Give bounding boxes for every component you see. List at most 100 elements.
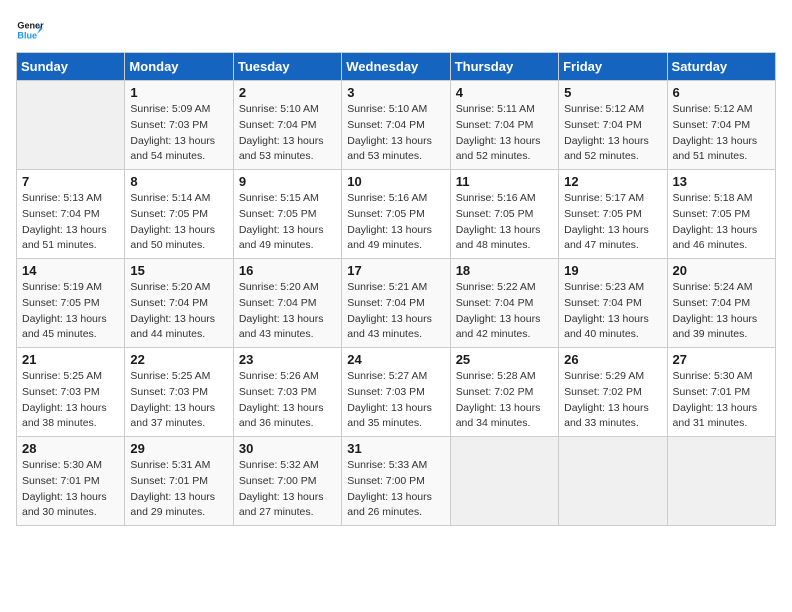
page-header: General Blue bbox=[16, 16, 776, 44]
day-info: Sunrise: 5:09 AM Sunset: 7:03 PM Dayligh… bbox=[130, 102, 227, 165]
calendar-cell: 11 Sunrise: 5:16 AM Sunset: 7:05 PM Dayli… bbox=[450, 170, 558, 259]
calendar-cell: 17Sunrise: 5:21 AM Sunset: 7:04 PM Dayli… bbox=[342, 259, 450, 348]
calendar-cell: 7 Sunrise: 5:13 AM Sunset: 7:04 PM Daylig… bbox=[17, 170, 125, 259]
day-number: 19 bbox=[564, 263, 661, 278]
day-info: Sunrise: 5:26 AM Sunset: 7:03 PM Dayligh… bbox=[239, 369, 336, 432]
day-number: 14 bbox=[22, 263, 119, 278]
day-number: 20 bbox=[673, 263, 770, 278]
header-cell-sunday: Sunday bbox=[17, 53, 125, 81]
calendar-cell: 29 Sunrise: 5:31 AM Sunset: 7:01 PM Dayli… bbox=[125, 437, 233, 526]
header-cell-friday: Friday bbox=[559, 53, 667, 81]
calendar-week-4: 21 Sunrise: 5:25 AM Sunset: 7:03 PM Dayli… bbox=[17, 348, 776, 437]
calendar-cell: 6Sunrise: 5:12 AM Sunset: 7:04 PM Daylig… bbox=[667, 81, 775, 170]
day-number: 7 bbox=[22, 174, 119, 189]
calendar-header: SundayMondayTuesdayWednesdayThursdayFrid… bbox=[17, 53, 776, 81]
day-info: Sunrise: 5:18 AM Sunset: 7:05 PM Dayligh… bbox=[673, 191, 770, 254]
calendar-table: SundayMondayTuesdayWednesdayThursdayFrid… bbox=[16, 52, 776, 526]
day-info: Sunrise: 5:12 AM Sunset: 7:04 PM Dayligh… bbox=[564, 102, 661, 165]
day-number: 22 bbox=[130, 352, 227, 367]
calendar-cell: 18 Sunrise: 5:22 AM Sunset: 7:04 PM Dayli… bbox=[450, 259, 558, 348]
day-number: 18 bbox=[456, 263, 553, 278]
calendar-week-3: 14 Sunrise: 5:19 AM Sunset: 7:05 PM Dayli… bbox=[17, 259, 776, 348]
calendar-cell: 2Sunrise: 5:10 AM Sunset: 7:04 PM Daylig… bbox=[233, 81, 341, 170]
calendar-week-5: 28 Sunrise: 5:30 AM Sunset: 7:01 PM Dayli… bbox=[17, 437, 776, 526]
calendar-cell: 13 Sunrise: 5:18 AM Sunset: 7:05 PM Dayli… bbox=[667, 170, 775, 259]
day-number: 5 bbox=[564, 85, 661, 100]
day-info: Sunrise: 5:32 AM Sunset: 7:00 PM Dayligh… bbox=[239, 458, 336, 521]
day-number: 29 bbox=[130, 441, 227, 456]
header-cell-tuesday: Tuesday bbox=[233, 53, 341, 81]
day-number: 27 bbox=[673, 352, 770, 367]
day-info: Sunrise: 5:19 AM Sunset: 7:05 PM Dayligh… bbox=[22, 280, 119, 343]
day-info: Sunrise: 5:16 AM Sunset: 7:05 PM Dayligh… bbox=[456, 191, 553, 254]
svg-text:Blue: Blue bbox=[17, 30, 37, 40]
day-info: Sunrise: 5:28 AM Sunset: 7:02 PM Dayligh… bbox=[456, 369, 553, 432]
calendar-cell: 19 Sunrise: 5:23 AM Sunset: 7:04 PM Dayli… bbox=[559, 259, 667, 348]
calendar-week-2: 7 Sunrise: 5:13 AM Sunset: 7:04 PM Daylig… bbox=[17, 170, 776, 259]
header-row: SundayMondayTuesdayWednesdayThursdayFrid… bbox=[17, 53, 776, 81]
day-number: 13 bbox=[673, 174, 770, 189]
day-number: 15 bbox=[130, 263, 227, 278]
day-number: 12 bbox=[564, 174, 661, 189]
calendar-cell: 27 Sunrise: 5:30 AM Sunset: 7:01 PM Dayli… bbox=[667, 348, 775, 437]
calendar-cell: 21 Sunrise: 5:25 AM Sunset: 7:03 PM Dayli… bbox=[17, 348, 125, 437]
day-info: Sunrise: 5:13 AM Sunset: 7:04 PM Dayligh… bbox=[22, 191, 119, 254]
calendar-week-1: 1 Sunrise: 5:09 AM Sunset: 7:03 PM Daylig… bbox=[17, 81, 776, 170]
calendar-cell: 26Sunrise: 5:29 AM Sunset: 7:02 PM Dayli… bbox=[559, 348, 667, 437]
day-number: 30 bbox=[239, 441, 336, 456]
day-number: 11 bbox=[456, 174, 553, 189]
calendar-cell: 10 Sunrise: 5:16 AM Sunset: 7:05 PM Dayli… bbox=[342, 170, 450, 259]
day-number: 28 bbox=[22, 441, 119, 456]
header-cell-monday: Monday bbox=[125, 53, 233, 81]
day-info: Sunrise: 5:25 AM Sunset: 7:03 PM Dayligh… bbox=[22, 369, 119, 432]
day-info: Sunrise: 5:14 AM Sunset: 7:05 PM Dayligh… bbox=[130, 191, 227, 254]
logo: General Blue bbox=[16, 16, 44, 44]
day-info: Sunrise: 5:16 AM Sunset: 7:05 PM Dayligh… bbox=[347, 191, 444, 254]
calendar-cell: 16Sunrise: 5:20 AM Sunset: 7:04 PM Dayli… bbox=[233, 259, 341, 348]
day-number: 31 bbox=[347, 441, 444, 456]
day-info: Sunrise: 5:25 AM Sunset: 7:03 PM Dayligh… bbox=[130, 369, 227, 432]
day-number: 1 bbox=[130, 85, 227, 100]
day-number: 21 bbox=[22, 352, 119, 367]
day-number: 23 bbox=[239, 352, 336, 367]
day-info: Sunrise: 5:17 AM Sunset: 7:05 PM Dayligh… bbox=[564, 191, 661, 254]
calendar-cell: 22 Sunrise: 5:25 AM Sunset: 7:03 PM Dayli… bbox=[125, 348, 233, 437]
day-number: 9 bbox=[239, 174, 336, 189]
calendar-cell: 28 Sunrise: 5:30 AM Sunset: 7:01 PM Dayli… bbox=[17, 437, 125, 526]
day-number: 6 bbox=[673, 85, 770, 100]
calendar-cell: 25 Sunrise: 5:28 AM Sunset: 7:02 PM Dayli… bbox=[450, 348, 558, 437]
calendar-cell: 24Sunrise: 5:27 AM Sunset: 7:03 PM Dayli… bbox=[342, 348, 450, 437]
calendar-body: 1 Sunrise: 5:09 AM Sunset: 7:03 PM Daylig… bbox=[17, 81, 776, 526]
day-info: Sunrise: 5:10 AM Sunset: 7:04 PM Dayligh… bbox=[347, 102, 444, 165]
day-number: 25 bbox=[456, 352, 553, 367]
header-cell-thursday: Thursday bbox=[450, 53, 558, 81]
calendar-cell: 8 Sunrise: 5:14 AM Sunset: 7:05 PM Daylig… bbox=[125, 170, 233, 259]
day-number: 10 bbox=[347, 174, 444, 189]
calendar-cell bbox=[450, 437, 558, 526]
day-info: Sunrise: 5:11 AM Sunset: 7:04 PM Dayligh… bbox=[456, 102, 553, 165]
calendar-cell: 3 Sunrise: 5:10 AM Sunset: 7:04 PM Daylig… bbox=[342, 81, 450, 170]
day-number: 26 bbox=[564, 352, 661, 367]
day-number: 3 bbox=[347, 85, 444, 100]
day-number: 4 bbox=[456, 85, 553, 100]
calendar-cell: 12 Sunrise: 5:17 AM Sunset: 7:05 PM Dayli… bbox=[559, 170, 667, 259]
day-number: 16 bbox=[239, 263, 336, 278]
calendar-cell: 9 Sunrise: 5:15 AM Sunset: 7:05 PM Daylig… bbox=[233, 170, 341, 259]
day-info: Sunrise: 5:15 AM Sunset: 7:05 PM Dayligh… bbox=[239, 191, 336, 254]
calendar-cell: 31 Sunrise: 5:33 AM Sunset: 7:00 PM Dayli… bbox=[342, 437, 450, 526]
day-info: Sunrise: 5:22 AM Sunset: 7:04 PM Dayligh… bbox=[456, 280, 553, 343]
calendar-cell: 30 Sunrise: 5:32 AM Sunset: 7:00 PM Dayli… bbox=[233, 437, 341, 526]
day-info: Sunrise: 5:33 AM Sunset: 7:00 PM Dayligh… bbox=[347, 458, 444, 521]
day-info: Sunrise: 5:31 AM Sunset: 7:01 PM Dayligh… bbox=[130, 458, 227, 521]
calendar-cell: 4 Sunrise: 5:11 AM Sunset: 7:04 PM Daylig… bbox=[450, 81, 558, 170]
day-info: Sunrise: 5:24 AM Sunset: 7:04 PM Dayligh… bbox=[673, 280, 770, 343]
day-number: 8 bbox=[130, 174, 227, 189]
day-info: Sunrise: 5:30 AM Sunset: 7:01 PM Dayligh… bbox=[673, 369, 770, 432]
day-number: 17 bbox=[347, 263, 444, 278]
calendar-cell bbox=[17, 81, 125, 170]
day-info: Sunrise: 5:30 AM Sunset: 7:01 PM Dayligh… bbox=[22, 458, 119, 521]
day-info: Sunrise: 5:23 AM Sunset: 7:04 PM Dayligh… bbox=[564, 280, 661, 343]
day-info: Sunrise: 5:20 AM Sunset: 7:04 PM Dayligh… bbox=[130, 280, 227, 343]
day-info: Sunrise: 5:10 AM Sunset: 7:04 PM Dayligh… bbox=[239, 102, 336, 165]
calendar-cell bbox=[559, 437, 667, 526]
